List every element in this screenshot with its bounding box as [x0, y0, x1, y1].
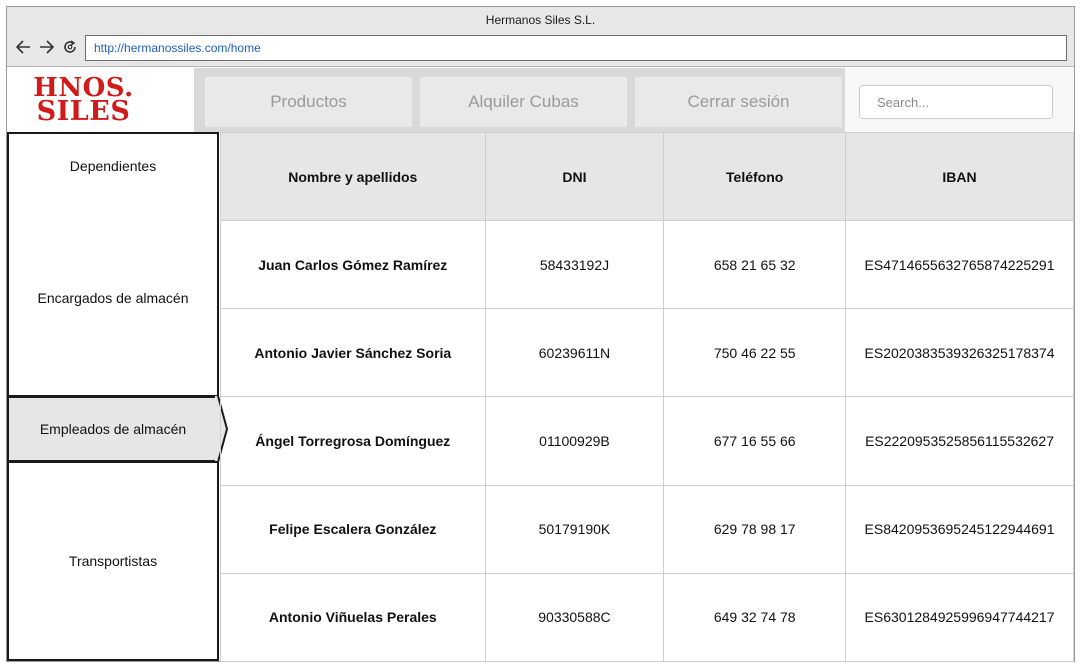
window-title: Hermanos Siles S.L.: [485, 13, 596, 27]
cell-name: Ángel Torregrosa Domínguez: [220, 396, 486, 486]
sidebar-item-dependientes[interactable]: Dependientes: [9, 158, 217, 174]
cell-name: Juan Carlos Gómez Ramírez: [220, 219, 486, 310]
cell-iban: ES8420953695245122944691: [845, 484, 1074, 574]
table-row[interactable]: Antonio Javier Sánchez Soria 60239611N 7…: [220, 308, 1074, 398]
logo[interactable]: HNOS. SILES: [7, 68, 194, 132]
logo-line-2: SILES: [36, 96, 131, 127]
cell-name: Antonio Viñuelas Perales: [220, 572, 486, 663]
url-bar[interactable]: http://hermanossiles.com/home: [85, 35, 1067, 61]
sidebar-item-transportistas-label: Transportistas: [68, 553, 158, 569]
search-input[interactable]: [859, 85, 1053, 119]
table-row[interactable]: Felipe Escalera González 50179190K 629 7…: [220, 484, 1074, 574]
cell-iban: ES2220953525856115532627: [845, 396, 1074, 486]
cell-name: Antonio Javier Sánchez Soria: [220, 308, 486, 398]
sidebar-group-top: Dependientes Encargados de almacén: [7, 132, 219, 397]
column-header-dni[interactable]: DNI: [484, 132, 665, 221]
cell-phone: 750 46 22 55: [663, 308, 847, 398]
forward-arrow-icon[interactable]: [37, 37, 57, 57]
sidebar-item-empleados-label: Empleados de almacén: [39, 421, 187, 437]
cell-dni: 50179190K: [484, 484, 665, 574]
employees-table: Nombre y apellidos DNI Teléfono IBAN Jua…: [220, 132, 1074, 663]
cell-name: Felipe Escalera González: [220, 484, 486, 574]
column-header-name[interactable]: Nombre y apellidos: [220, 132, 486, 221]
column-header-phone[interactable]: Teléfono: [663, 132, 847, 221]
cell-phone: 677 16 55 66: [663, 396, 847, 486]
column-header-iban[interactable]: IBAN: [845, 132, 1074, 221]
site-header: HNOS. SILES Productos Alquiler Cubas Cer…: [7, 68, 1074, 132]
browser-window: Hermanos Siles S.L. http://hermanossiles…: [6, 6, 1075, 663]
cell-phone: 658 21 65 32: [663, 219, 847, 310]
cell-iban: ES6301284925996947744217: [845, 572, 1074, 663]
browser-titlebar: Hermanos Siles S.L. http://hermanossiles…: [7, 7, 1074, 67]
table-row[interactable]: Juan Carlos Gómez Ramírez 58433192J 658 …: [220, 219, 1074, 310]
cell-phone: 629 78 98 17: [663, 484, 847, 574]
reload-icon[interactable]: [60, 37, 80, 57]
menu-item-cerrar-sesion[interactable]: Cerrar sesión: [635, 77, 842, 127]
sidebar-item-encargados[interactable]: Encargados de almacén: [9, 290, 217, 306]
cell-phone: 649 32 74 78: [663, 572, 847, 663]
cell-dni: 60239611N: [484, 308, 665, 398]
table-header-row: Nombre y apellidos DNI Teléfono IBAN: [220, 132, 1074, 221]
main-menu: Productos Alquiler Cubas Cerrar sesión: [194, 68, 845, 132]
cell-dni: 90330588C: [484, 572, 665, 663]
cell-dni: 58433192J: [484, 219, 665, 310]
table-row[interactable]: Ángel Torregrosa Domínguez 01100929B 677…: [220, 396, 1074, 486]
menu-item-alquiler-cubas[interactable]: Alquiler Cubas: [420, 77, 627, 127]
menu-item-productos[interactable]: Productos: [205, 77, 412, 127]
back-arrow-icon[interactable]: [13, 37, 33, 57]
sidebar: Dependientes Encargados de almacén Emple…: [7, 132, 229, 661]
table-row[interactable]: Antonio Viñuelas Perales 90330588C 649 3…: [220, 572, 1074, 663]
sidebar-item-empleados[interactable]: Empleados de almacén: [7, 396, 219, 462]
sidebar-item-transportistas[interactable]: Transportistas: [7, 461, 219, 661]
cell-iban: ES4714655632765874225291: [845, 219, 1074, 310]
cell-dni: 01100929B: [484, 396, 665, 486]
cell-iban: ES2020383539326325178374: [845, 308, 1074, 398]
